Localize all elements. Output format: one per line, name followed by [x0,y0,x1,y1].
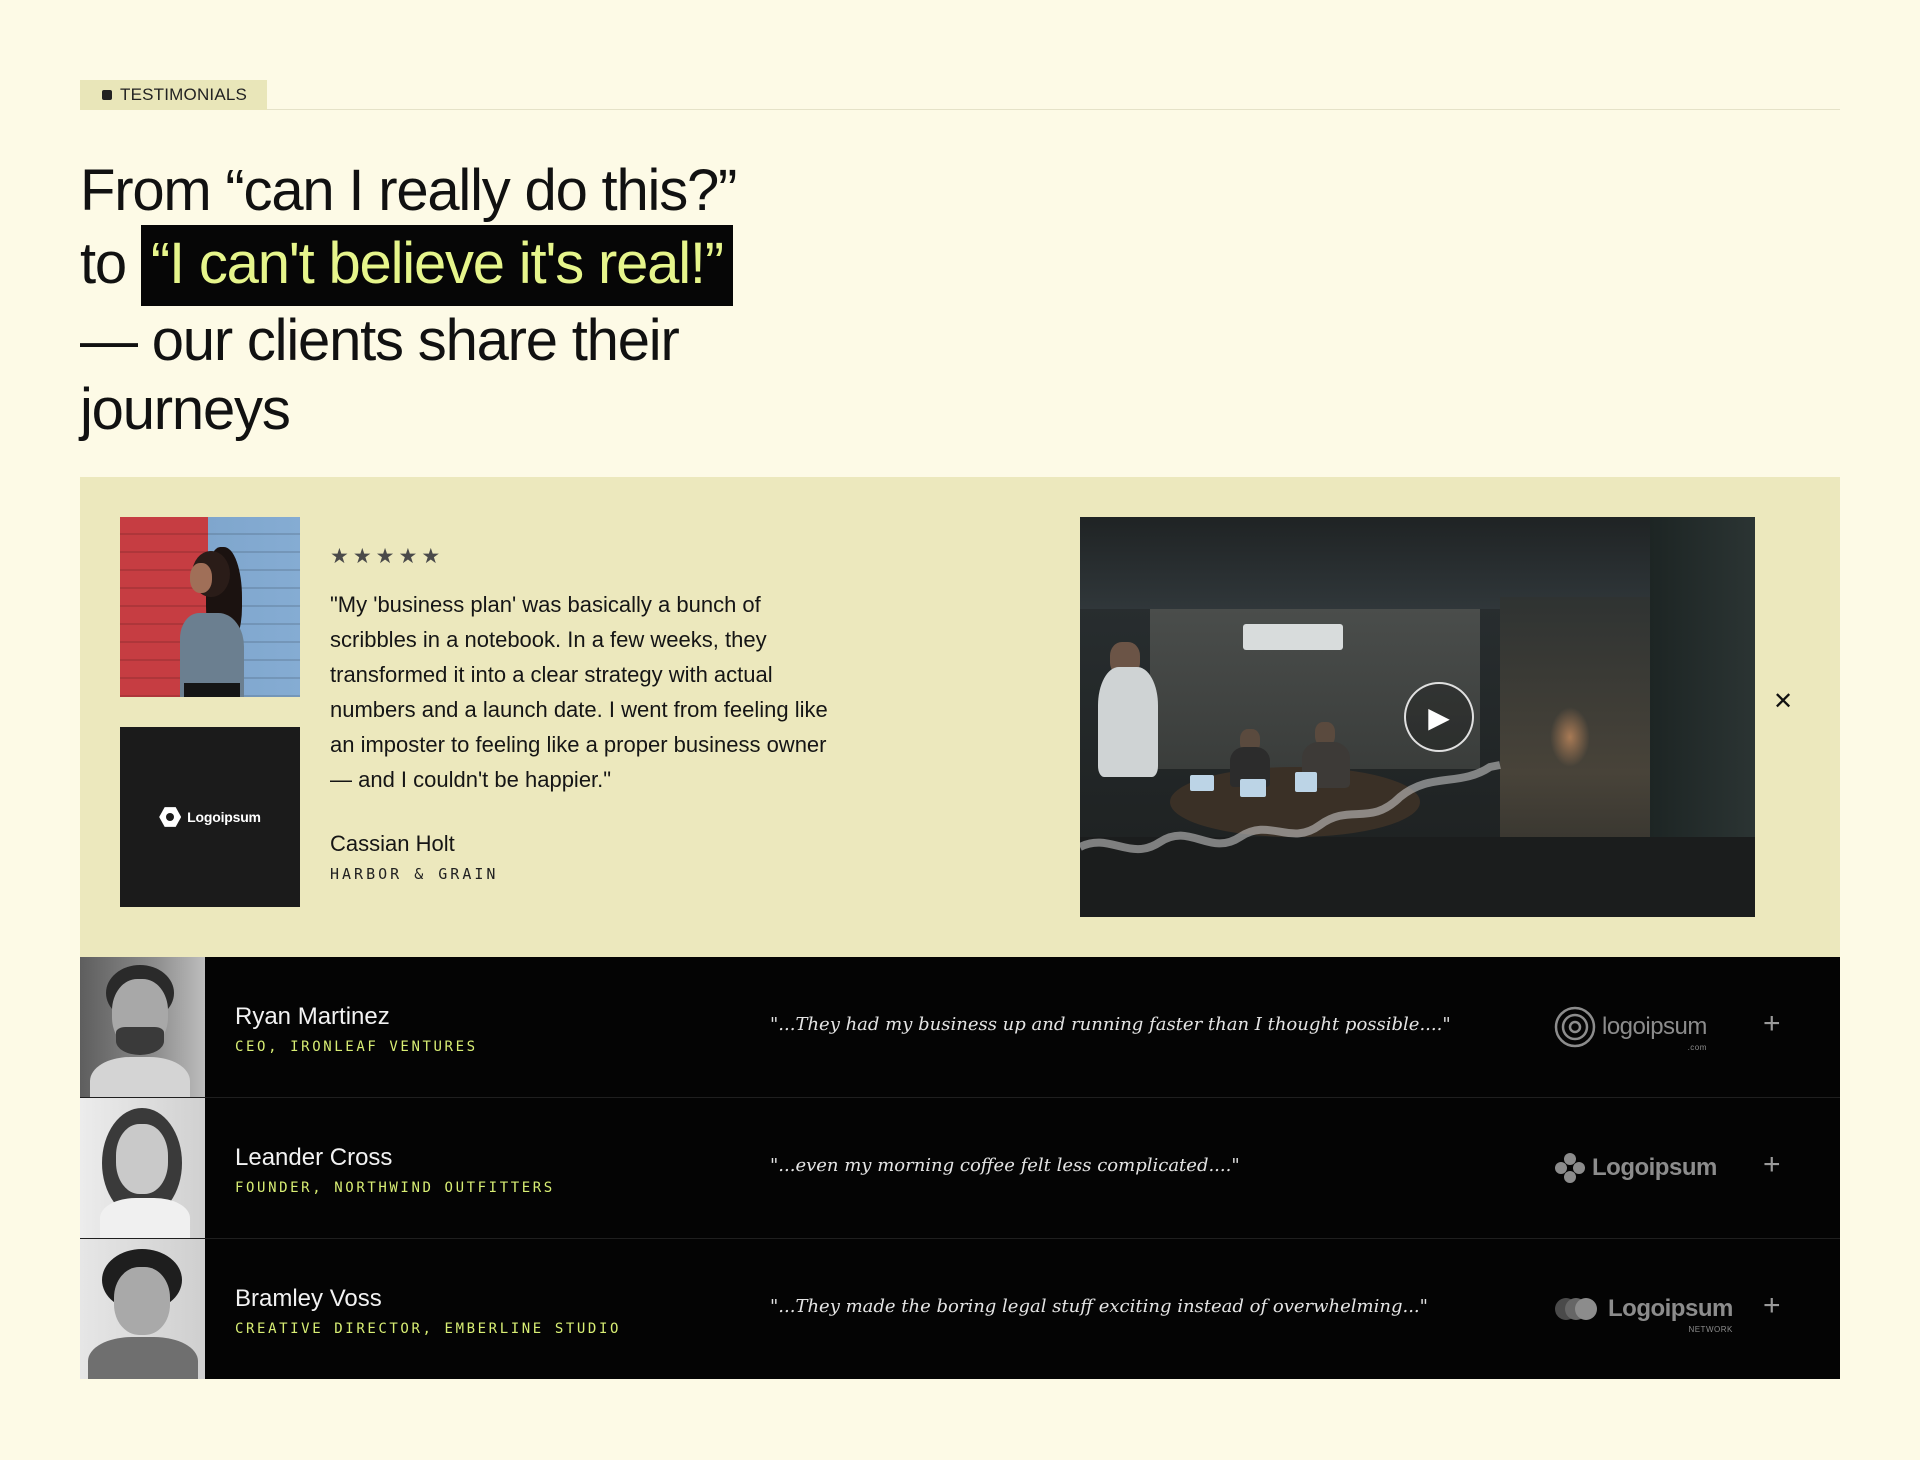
company-logo-text: Logoipsum [187,809,261,825]
client-name: Leander Cross [235,1144,393,1171]
client-name: Bramley Voss [235,1285,382,1312]
star-icon: ★ [421,545,441,568]
client-role: CREATIVE DIRECTOR, EMBERLINE STUDIO [235,1321,622,1337]
testimonials-section: TESTIMONIALS From “can I really do this?… [80,79,1840,1379]
avatar [80,957,205,1097]
logo-text: logoipsum [1602,1013,1707,1040]
title-highlight: “I can't believe it's real!” [140,225,733,306]
list-item[interactable]: Leander Cross FOUNDER, NORTHWIND OUTFITT… [80,1098,1840,1239]
title-rest: — our clients share their journeys [80,308,680,442]
avatar [80,1098,205,1238]
title-line-1: From “can I really do this?” [80,158,737,223]
logo-subtext: .com [1687,1043,1707,1052]
title-to-word: to [80,231,127,296]
testimonial-company: HARBOR & GRAIN [330,865,499,883]
client-quote: "...They made the boring legal stuff exc… [770,1296,1428,1317]
star-icon: ★ [352,545,372,568]
logo-text: Logoipsum [1592,1154,1717,1181]
section-tag: TESTIMONIALS [80,79,268,110]
list-item[interactable]: Ryan Martinez CEO, IRONLEAF VENTURES "..… [80,957,1840,1098]
client-portrait [120,517,300,697]
section-tag-label: TESTIMONIALS [120,84,248,104]
avatar [80,1239,205,1379]
star-rating: ★ ★ ★ ★ ★ [330,545,441,568]
star-icon: ★ [330,545,349,568]
spiral-icon [1554,1006,1596,1048]
star-icon: ★ [375,545,395,568]
square-bullet-icon [102,89,112,100]
client-company-logo: Logoipsum [1554,1143,1717,1193]
page-title: From “can I really do this?” to “I can't… [80,156,840,444]
circles-icon [1555,1298,1597,1320]
client-role: CEO, IRONLEAF VENTURES [235,1039,478,1055]
client-name: Ryan Martinez [235,1003,390,1030]
client-role: FOUNDER, NORTHWIND OUTFITTERS [235,1180,555,1196]
company-logo: Logoipsum [120,727,300,907]
close-icon: ✕ [1773,688,1794,715]
expand-plus-icon[interactable]: + [1763,1289,1781,1323]
close-button[interactable]: ✕ [1773,687,1793,717]
play-icon: ▶ [1428,701,1450,733]
testimonial-author: Cassian Holt [330,831,455,856]
testimonial-quote: "My 'business plan' was basically a bunc… [330,592,828,792]
client-company-logo: logoipsum .com [1554,1002,1707,1052]
client-company-logo: Logoipsum NETWORK [1554,1284,1733,1334]
flower-icon [1555,1153,1585,1183]
list-item[interactable]: Bramley Voss CREATIVE DIRECTOR, EMBERLIN… [80,1239,1840,1379]
expand-plus-icon[interactable]: + [1763,1148,1781,1182]
testimonial-list: Ryan Martinez CEO, IRONLEAF VENTURES "..… [80,957,1840,1379]
star-icon: ★ [398,545,418,568]
section-tag-row: TESTIMONIALS [80,79,1840,110]
expand-plus-icon[interactable]: + [1763,1007,1781,1041]
client-quote: "...even my morning coffee felt less com… [770,1155,1240,1176]
logo-text: Logoipsum [1608,1295,1733,1322]
hexagon-logo-icon [159,807,182,827]
play-video-button[interactable]: ▶ [1404,682,1474,752]
client-quote: "...They had my business up and running … [770,1014,1451,1035]
featured-testimonial: Logoipsum ★ ★ ★ ★ ★ "My 'business plan' … [80,477,1840,957]
logo-subtext: NETWORK [1688,1325,1733,1334]
